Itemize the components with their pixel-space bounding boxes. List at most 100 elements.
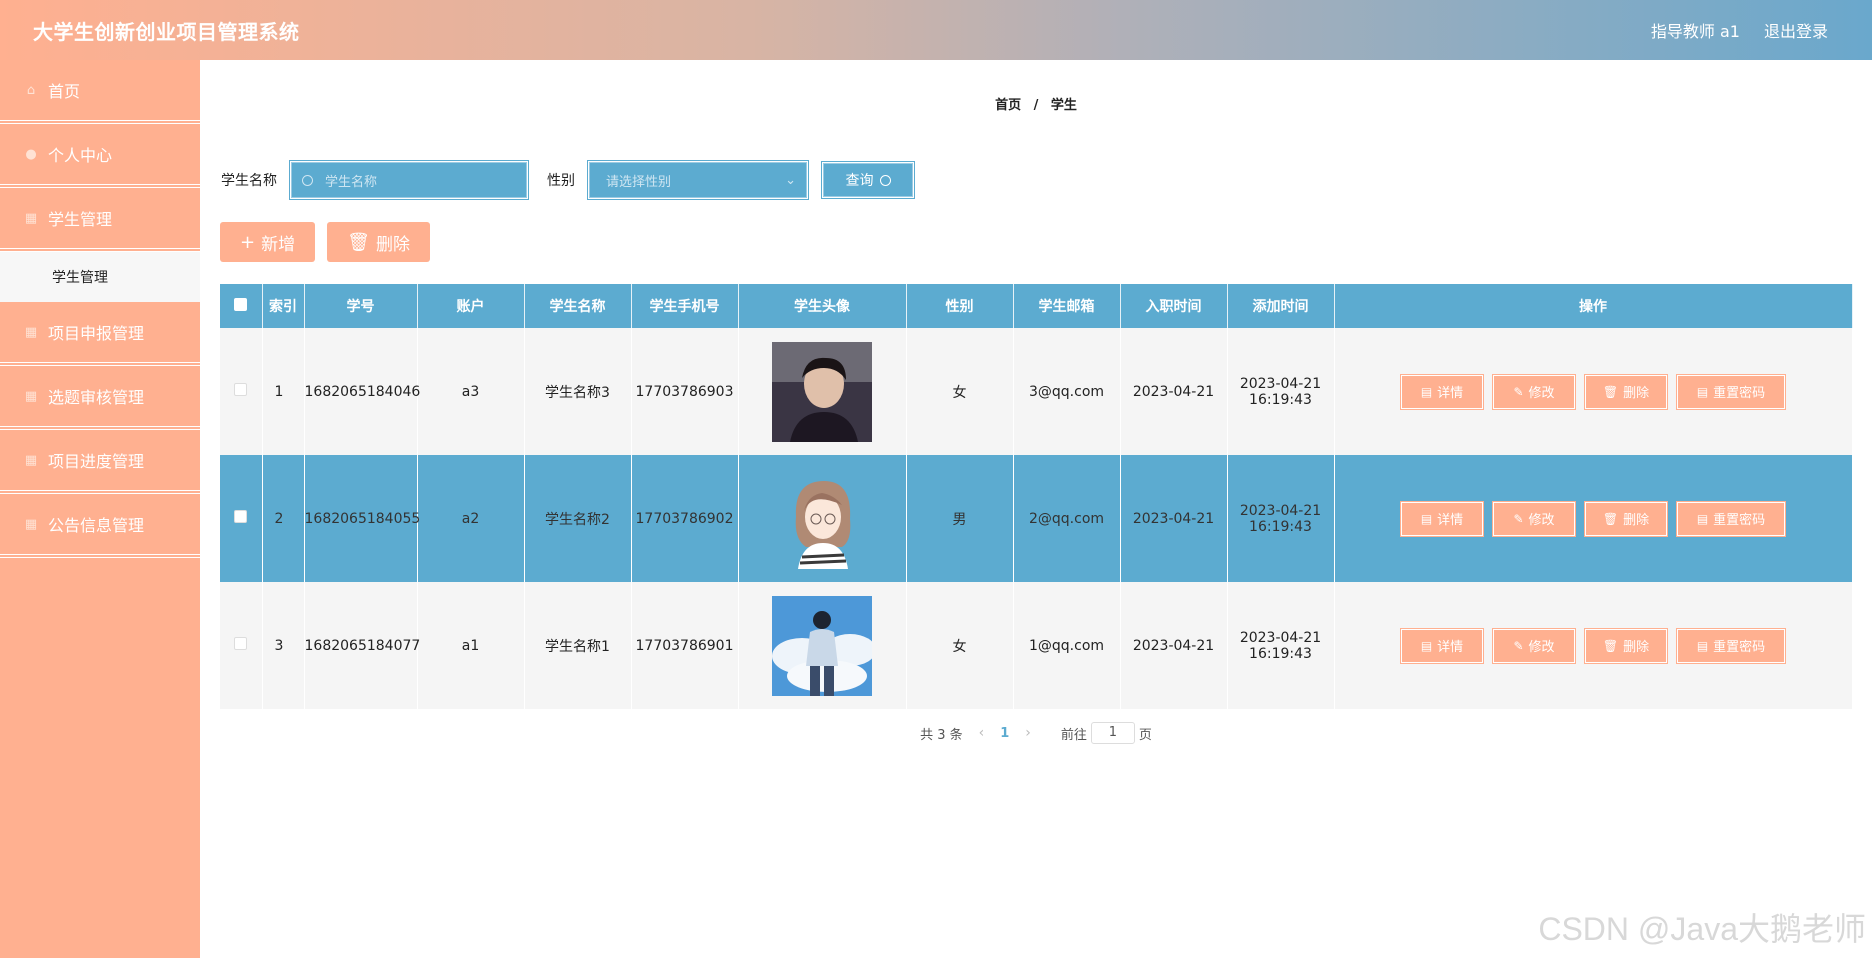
delete-button[interactable]: 🗑 删除 <box>1584 500 1668 537</box>
breadcrumb-separator: / <box>1033 98 1039 113</box>
batch-delete-button[interactable]: 🗑 删除 <box>327 222 430 262</box>
pencil-icon: ✎ <box>1513 638 1524 653</box>
cell-gender: 女 <box>906 582 1014 709</box>
add-button[interactable]: + 新增 <box>220 222 316 262</box>
cell-avatar <box>738 455 907 582</box>
document-icon: ▤ <box>1420 638 1433 653</box>
delete-button[interactable]: 🗑 删除 <box>1584 627 1668 664</box>
cell-student-no: 1682065184046 <box>304 328 420 455</box>
name-filter-label: 学生名称 <box>221 173 277 189</box>
chevron-down-icon: ⌄ <box>785 172 796 188</box>
column-header: 性别 <box>906 284 1014 328</box>
delete-label: 删除 <box>1623 640 1650 655</box>
column-header: 账户 <box>417 284 525 328</box>
sidebar-item-label: 首页 <box>48 82 81 101</box>
column-header: 学生名称 <box>524 284 632 328</box>
sidebar-item-students[interactable]: ▦ 学生管理 <box>0 188 200 252</box>
student-name-input[interactable]: 学生名称 <box>289 160 529 200</box>
current-user[interactable]: 指导教师 a1 <box>1651 18 1740 42</box>
cell-operations: ▤ 详情 ✎ 修改 🗑 删除 ▤ 重置密码 <box>1334 582 1853 709</box>
edit-label: 修改 <box>1528 386 1555 401</box>
user-icon: ● <box>25 146 37 162</box>
page-jump-suffix: 页 <box>1138 727 1152 743</box>
reset-label: 重置密码 <box>1713 640 1766 655</box>
breadcrumb-home[interactable]: 首页 <box>995 98 1021 113</box>
cell-added-time: 2023-04-21 16:19:43 <box>1227 455 1335 582</box>
column-header: 添加时间 <box>1227 284 1335 328</box>
sidebar-item-label: 项目进度管理 <box>48 452 145 471</box>
chevron-right-icon[interactable]: › <box>1025 725 1031 741</box>
trash-icon: 🗑 <box>1602 384 1619 399</box>
row-checkbox[interactable] <box>234 637 248 650</box>
trash-icon: 🗑 <box>1602 638 1619 653</box>
table-row: 3 1682065184077 a1 学生名称1 17703786901 女 1… <box>220 582 1853 709</box>
page-jump-input[interactable]: 1 <box>1090 722 1135 744</box>
row-checkbox[interactable] <box>234 383 248 396</box>
app-header: 大学生创新创业项目管理系统 指导教师 a1 退出登录 <box>0 0 1872 60</box>
grid-icon: ▦ <box>24 388 38 404</box>
sidebar-item-notices[interactable]: ▦ 公告信息管理 <box>0 494 200 558</box>
detail-button[interactable]: ▤ 详情 <box>1400 373 1484 410</box>
cell-name: 学生名称2 <box>524 455 632 582</box>
table-row: 2 1682065184055 a2 学生名称2 17703786902 男 2… <box>220 455 1853 582</box>
reset-password-button[interactable]: ▤ 重置密码 <box>1676 373 1786 410</box>
document-icon: ▤ <box>1420 384 1433 399</box>
sidebar-item-label: 学生管理 <box>48 210 113 229</box>
watermark: CSDN @Java大鹅老师 <box>1538 911 1866 947</box>
logout-link[interactable]: 退出登录 <box>1764 18 1828 42</box>
reset-password-button[interactable]: ▤ 重置密码 <box>1676 500 1786 537</box>
pencil-icon: ✎ <box>1513 511 1524 526</box>
sidebar-item-home[interactable]: ⌂ 首页 <box>0 60 200 124</box>
delete-label: 删除 <box>1623 386 1650 401</box>
select-all-cell[interactable] <box>220 284 263 328</box>
gender-select[interactable]: 请选择性别 ⌄ <box>587 160 809 200</box>
grid-icon: ▦ <box>24 324 38 340</box>
sidebar-item-progress[interactable]: ▦ 项目进度管理 <box>0 430 200 494</box>
reset-password-button[interactable]: ▤ 重置密码 <box>1676 627 1786 664</box>
edit-button[interactable]: ✎ 修改 <box>1492 627 1576 664</box>
page-number[interactable]: 1 <box>1000 726 1009 741</box>
edit-button[interactable]: ✎ 修改 <box>1492 500 1576 537</box>
avatar <box>772 468 872 569</box>
page-jump: 前往 1 页 <box>1061 722 1152 744</box>
detail-button[interactable]: ▤ 详情 <box>1400 500 1484 537</box>
cell-join-date: 2023-04-21 <box>1120 328 1228 455</box>
table-header-row: 索引 学号 账户 学生名称 学生手机号 学生头像 性别 学生邮箱 入职时间 添加… <box>220 284 1853 328</box>
cell-added-time: 2023-04-21 16:19:43 <box>1227 328 1335 455</box>
search-icon <box>879 174 891 186</box>
chevron-left-icon[interactable]: ‹ <box>979 725 985 741</box>
sidebar-item-label: 公告信息管理 <box>48 516 145 535</box>
sidebar-item-label: 选题审核管理 <box>48 388 145 407</box>
cell-phone: 17703786902 <box>631 455 739 582</box>
sidebar-subitem-label: 学生管理 <box>52 270 108 286</box>
column-header: 操作 <box>1334 284 1853 328</box>
cell-email: 1@qq.com <box>1013 582 1121 709</box>
cell-join-date: 2023-04-21 <box>1120 582 1228 709</box>
breadcrumb-current: 学生 <box>1050 98 1077 113</box>
sidebar-item-project-apply[interactable]: ▦ 项目申报管理 <box>0 302 200 366</box>
delete-label: 删除 <box>1623 513 1650 528</box>
delete-button[interactable]: 🗑 删除 <box>1584 373 1668 410</box>
sidebar-item-topic-review[interactable]: ▦ 选题审核管理 <box>0 366 200 430</box>
sidebar-item-label: 项目申报管理 <box>48 324 145 343</box>
action-bar: + 新增 🗑 删除 <box>220 222 430 262</box>
cell-operations: ▤ 详情 ✎ 修改 🗑 删除 ▤ 重置密码 <box>1334 455 1853 582</box>
row-checkbox[interactable] <box>234 510 248 523</box>
cell-account: a3 <box>417 328 525 455</box>
grid-icon: ▦ <box>24 210 38 226</box>
edit-button[interactable]: ✎ 修改 <box>1492 373 1576 410</box>
reset-label: 重置密码 <box>1713 386 1766 401</box>
cell-email: 2@qq.com <box>1013 455 1121 582</box>
cell-avatar <box>738 582 907 709</box>
select-all-checkbox[interactable] <box>234 297 248 311</box>
sidebar-item-profile[interactable]: ● 个人中心 <box>0 124 200 188</box>
trash-icon: 🗑 <box>1602 511 1619 526</box>
cell-added-time: 2023-04-21 16:19:43 <box>1227 582 1335 709</box>
sidebar-subitem-student-manage[interactable]: 学生管理 <box>0 252 200 302</box>
detail-button[interactable]: ▤ 详情 <box>1400 627 1484 664</box>
cell-gender: 男 <box>906 455 1014 582</box>
edit-label: 修改 <box>1528 640 1555 655</box>
delete-button-label: 删除 <box>375 234 410 255</box>
query-button[interactable]: 查询 <box>821 161 915 199</box>
cell-account: a2 <box>417 455 525 582</box>
